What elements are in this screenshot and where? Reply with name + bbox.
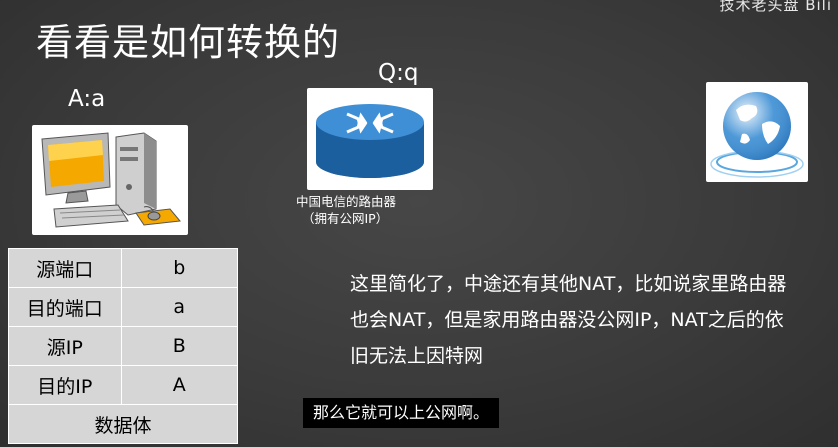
router-label: Q:q (378, 60, 419, 86)
table-row: 目的端口 a (8, 287, 239, 327)
page-title: 看看是如何转换的 (36, 21, 340, 64)
router-icon (307, 88, 433, 190)
table-row: 数据体 (8, 404, 238, 444)
field-dest-ip: 目的IP (8, 365, 122, 405)
router-caption-line1: 中国电信的路由器 (296, 194, 397, 209)
table-row: 源IP B (8, 326, 239, 366)
packet-body: 数据体 (8, 404, 238, 444)
value-source-port: b (120, 248, 239, 288)
table-row: 源端口 b (8, 248, 239, 288)
explanation-note: 这里简化了，中途还有其他NAT，比如说家里路由器也会NAT，但是家用路由器没公网… (350, 273, 787, 367)
watermark: 技术老头盘 Bili (719, 0, 832, 14)
computer-icon (32, 125, 188, 235)
field-source-ip: 源IP (8, 326, 122, 366)
router-caption: 中国电信的路由器 （拥有公网IP） (296, 193, 396, 227)
value-source-ip: B (120, 326, 239, 366)
globe-icon (706, 82, 808, 182)
router-caption-line2: （拥有公网IP） (302, 211, 389, 226)
video-subtitle: 那么它就可以上公网啊。 (303, 398, 500, 428)
value-dest-port: a (120, 287, 239, 327)
field-dest-port: 目的端口 (8, 287, 122, 327)
value-dest-ip: A (120, 365, 239, 405)
host-label: A:a (68, 86, 106, 112)
table-row: 目的IP A (8, 365, 239, 405)
packet-table: 源端口 b 目的端口 a 源IP B 目的IP A 数据体 (8, 248, 239, 444)
slide: 技术老头盘 Bili 看看是如何转换的 A:a Q:q 中国电信的路由器 （拥有… (0, 0, 838, 447)
field-source-port: 源端口 (8, 248, 122, 288)
